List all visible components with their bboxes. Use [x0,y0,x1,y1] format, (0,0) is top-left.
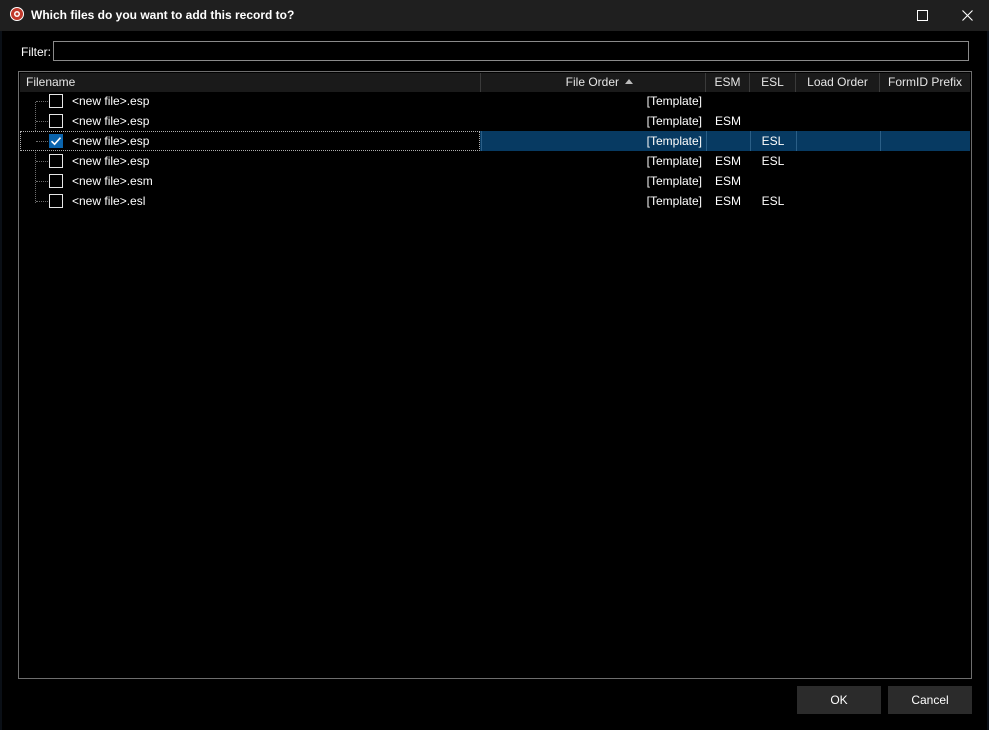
window-title: Which files do you want to add this reco… [31,8,295,22]
esm-cell: ESM [714,114,741,128]
column-header-filename-label: Filename [26,75,76,89]
file-checkbox[interactable] [49,174,63,188]
tree-row[interactable]: <new file>.esp [Template] ESL [20,131,970,151]
file-checkbox[interactable] [49,94,63,108]
esl-cell [750,111,796,131]
cancel-button[interactable]: Cancel [888,686,972,714]
esl-cell: ESL [761,154,785,168]
esl-cell: ESL [761,194,785,208]
load-order-cell [796,151,880,171]
filter-label: Filter: [21,45,51,59]
filename-cell: <new file>.esp [72,94,150,108]
filename-cell: <new file>.esp [72,154,150,168]
filename-cell: <new file>.esl [72,194,146,208]
formid-prefix-cell [880,191,970,211]
maximize-icon [916,10,928,21]
esm-cell: ESM [714,174,741,188]
tree-connector-line [36,201,48,202]
column-header-formid-prefix[interactable]: FormID Prefix [880,73,970,92]
esm-cell: ESM [714,194,741,208]
checkmark-icon [50,137,62,146]
column-header-esl-label: ESL [761,75,784,89]
sort-ascending-icon [625,79,633,85]
filter-input[interactable] [53,41,969,61]
maximize-button[interactable] [899,0,945,31]
ok-button[interactable]: OK [797,686,881,714]
column-header-load-order-label: Load Order [807,75,868,89]
load-order-cell [796,91,880,111]
filename-cell: <new file>.esp [72,134,150,148]
tree-row[interactable]: <new file>.esp [Template] ESM ESL [20,151,970,171]
load-order-cell [796,171,880,191]
app-icon [10,7,24,21]
tree-row[interactable]: <new file>.esp [Template] [20,91,970,111]
tree-row[interactable]: <new file>.esl [Template] ESM ESL [20,191,970,211]
formid-prefix-cell [880,111,970,131]
filename-cell: <new file>.esm [72,174,153,188]
file-checkbox[interactable] [49,114,63,128]
close-icon [961,10,973,21]
esm-cell [706,131,750,151]
formid-prefix-cell [880,171,970,191]
formid-prefix-cell [880,151,970,171]
esm-cell [706,91,750,111]
file-checkbox[interactable] [49,134,63,148]
tree-connector-line [36,121,48,122]
title-bar: Which files do you want to add this reco… [0,0,989,31]
file-order-cell: [Template] [646,194,702,208]
tree-row[interactable]: <new file>.esp [Template] ESM [20,111,970,131]
tree-connector-line [36,141,48,142]
column-header-file-order-label: File Order [565,75,619,89]
file-order-cell: [Template] [646,94,702,108]
esl-cell [750,91,796,111]
load-order-cell [796,191,880,211]
esl-cell [750,171,796,191]
load-order-cell [796,111,880,131]
tree-header: Filename File Order ESM ESL Load Order F… [20,73,970,92]
esm-cell: ESM [714,154,741,168]
esl-cell: ESL [761,134,785,148]
file-order-cell: [Template] [646,134,702,148]
column-header-esm[interactable]: ESM [706,73,750,92]
file-checkbox[interactable] [49,194,63,208]
tree-connector-line [36,161,48,162]
file-order-cell: [Template] [646,114,702,128]
formid-prefix-cell [880,91,970,111]
formid-prefix-cell [880,131,970,151]
column-header-esm-label: ESM [714,75,741,89]
window-border-left [0,31,2,730]
column-header-esl[interactable]: ESL [750,73,796,92]
tree-connector-line [36,181,48,182]
column-header-file-order[interactable]: File Order [481,73,706,92]
file-tree[interactable]: Filename File Order ESM ESL Load Order F… [18,71,972,679]
file-order-cell: [Template] [646,154,702,168]
column-header-formid-prefix-label: FormID Prefix [887,75,962,89]
tree-row[interactable]: <new file>.esm [Template] ESM [20,171,970,191]
column-header-filename[interactable]: Filename [20,73,481,92]
file-checkbox[interactable] [49,154,63,168]
column-header-load-order[interactable]: Load Order [796,73,880,92]
close-button[interactable] [944,0,989,31]
load-order-cell [796,131,880,151]
filename-cell: <new file>.esp [72,114,150,128]
file-order-cell: [Template] [646,174,702,188]
tree-connector-line [36,101,48,102]
